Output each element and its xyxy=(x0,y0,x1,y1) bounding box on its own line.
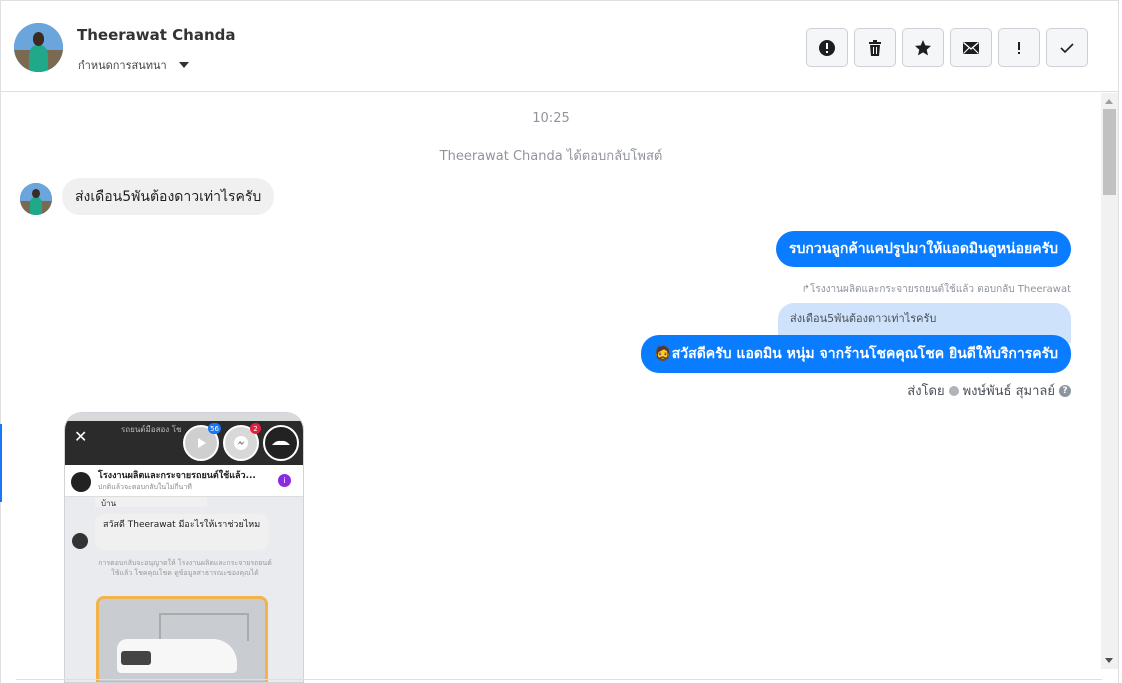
page-logo-icon xyxy=(72,533,88,549)
video-badge: 56 xyxy=(208,423,221,434)
contact-name[interactable]: Theerawat Chanda xyxy=(77,26,236,44)
screenshot-page-name: โรงงานผลิตและกระจายรถยนต์ใช้แล้ว... xyxy=(98,471,256,481)
conversation-toolbar xyxy=(806,28,1088,67)
sent-by-name[interactable]: พงษ์พันธ์ สุมาลย์ xyxy=(963,380,1055,401)
reply-context-text: โรงงานผลิตและกระจายรถยนต์ใช้แล้ว ตอบกลับ… xyxy=(810,284,1071,295)
messenger-badge: 2 xyxy=(250,423,261,434)
follow-up-button[interactable] xyxy=(998,28,1040,67)
trash-icon xyxy=(869,39,881,56)
assign-label: กำหนดการสนทนา xyxy=(78,59,167,72)
screenshot-bubble: บ้าน xyxy=(95,497,207,508)
video-bubble-icon: 56 xyxy=(183,423,221,461)
sender-avatar xyxy=(20,183,52,215)
scroll-down-icon[interactable] xyxy=(1105,658,1113,663)
contact-avatar[interactable] xyxy=(14,23,63,72)
replied-to-post-notice: Theerawat Chanda ได้ตอบกลับโพสต์ xyxy=(439,149,663,164)
sent-by-line: ส่งโดย พงษ์พันธ์ สุมาลย์ ? xyxy=(907,380,1071,401)
message-timestamp: 10:25 xyxy=(532,111,570,126)
star-button[interactable] xyxy=(902,28,944,67)
admin-check-icon xyxy=(948,385,959,396)
incoming-message[interactable]: ส่งเดือน5พันต้องดาวเท่าไรครับ xyxy=(62,178,275,215)
page-logo-bubble-icon xyxy=(263,425,299,461)
scroll-up-icon[interactable] xyxy=(1105,99,1113,104)
exclamation-icon xyxy=(1018,41,1020,54)
sent-by-label: ส่งโดย xyxy=(907,384,945,399)
page-logo-icon xyxy=(71,472,91,492)
screenshot-note: การตอบกลับจะอนุญาตให้ โรงงานผลิตและกระจา… xyxy=(98,559,272,577)
message-thread: 10:25 Theerawat Chanda ได้ตอบกลับโพสต์ ส… xyxy=(1,93,1101,683)
mark-unread-button[interactable] xyxy=(950,28,992,67)
car-photo xyxy=(96,596,268,682)
screenshot-page-header: โรงงานผลิตและกระจายรถยนต์ใช้แล้ว... ปกติ… xyxy=(65,465,303,497)
attached-screenshot-image[interactable]: ✕ รถยนต์มือสอง โช 56 2 โรงงานผลิตและกระจ… xyxy=(64,412,304,683)
done-button[interactable] xyxy=(1046,28,1088,67)
caret-down-icon xyxy=(178,62,189,68)
assign-conversation-dropdown[interactable]: กำหนดการสนทนา xyxy=(78,56,189,74)
screenshot-title: รถยนต์มือสอง โช xyxy=(121,425,182,434)
spam-button[interactable] xyxy=(806,28,848,67)
info-icon: i xyxy=(278,474,291,487)
screenshot-bubble: สวัสดี Theerawat มีอะไรให้เราช่วยไหม xyxy=(95,514,269,550)
screenshot-page-sub: ปกติแล้วจะตอบกลับในไม่กี่นาที xyxy=(98,483,192,491)
delete-button[interactable] xyxy=(854,28,896,67)
scrollbar[interactable] xyxy=(1101,93,1118,669)
close-icon: ✕ xyxy=(74,427,88,446)
composer-edge xyxy=(16,679,1102,683)
checkmark-icon xyxy=(1060,42,1074,53)
scrollbar-thumb[interactable] xyxy=(1103,109,1116,195)
messenger-bubble-icon: 2 xyxy=(223,423,261,461)
help-icon[interactable]: ? xyxy=(1059,384,1071,397)
envelope-icon xyxy=(963,41,979,54)
star-icon xyxy=(915,39,931,55)
outgoing-message[interactable]: 🧔สวัสดีครับ แอดมิน หนุ่ม จากร้านโชคคุณโช… xyxy=(641,335,1071,373)
outgoing-message[interactable]: รบกวนลูกค้าแคปรูปมาให้แอดมินดูหน่อยครับ xyxy=(775,231,1071,267)
reply-context-note: ↱โรงงานผลิตและกระจายรถยนต์ใช้แล้ว ตอบกลั… xyxy=(801,284,1071,295)
conversation-header: Theerawat Chanda กำหนดการสนทนา xyxy=(1,0,1118,92)
alert-circle-icon xyxy=(819,39,835,56)
